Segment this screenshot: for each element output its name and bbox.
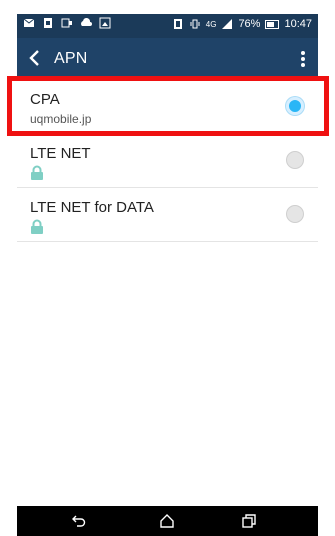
cloud-upload-icon — [81, 17, 92, 26]
battery-icon — [265, 19, 280, 29]
apn-name: LTE NET for DATA — [30, 199, 154, 216]
network-type: 4G — [205, 19, 217, 29]
apn-item-lte-net-for-data[interactable]: LTE NET for DATA — [17, 188, 318, 242]
apn-name: LTE NET — [30, 145, 91, 162]
lock-icon — [31, 165, 43, 180]
overflow-menu-icon[interactable] — [300, 49, 306, 69]
nav-recents-icon[interactable] — [241, 513, 257, 529]
signal-icon — [222, 19, 233, 29]
back-arrow-icon[interactable] — [25, 48, 45, 68]
system-icons: 4G 76% 10:47 — [172, 18, 312, 30]
apn-radio-unselected[interactable] — [286, 205, 304, 223]
apn-radio-unselected[interactable] — [286, 151, 304, 169]
page-title: APN — [54, 50, 88, 67]
screen-icon — [61, 18, 72, 28]
sim-icon — [44, 18, 52, 28]
nav-home-icon[interactable] — [159, 513, 175, 529]
notification-icons — [23, 17, 111, 29]
message-icon — [23, 18, 35, 27]
nav-back-icon[interactable] — [71, 513, 87, 529]
nfc-icon — [173, 19, 182, 29]
status-bar: 4G 76% 10:47 — [17, 14, 318, 38]
lock-icon — [31, 219, 43, 234]
apn-item-lte-net[interactable]: LTE NET — [17, 134, 318, 188]
image-icon — [99, 17, 111, 29]
app-bar: APN — [17, 38, 318, 80]
clock: 10:47 — [284, 18, 312, 30]
highlight-box — [7, 76, 329, 136]
battery-percent: 76% — [238, 18, 261, 30]
navigation-bar — [17, 506, 318, 536]
vibrate-icon — [190, 19, 200, 29]
